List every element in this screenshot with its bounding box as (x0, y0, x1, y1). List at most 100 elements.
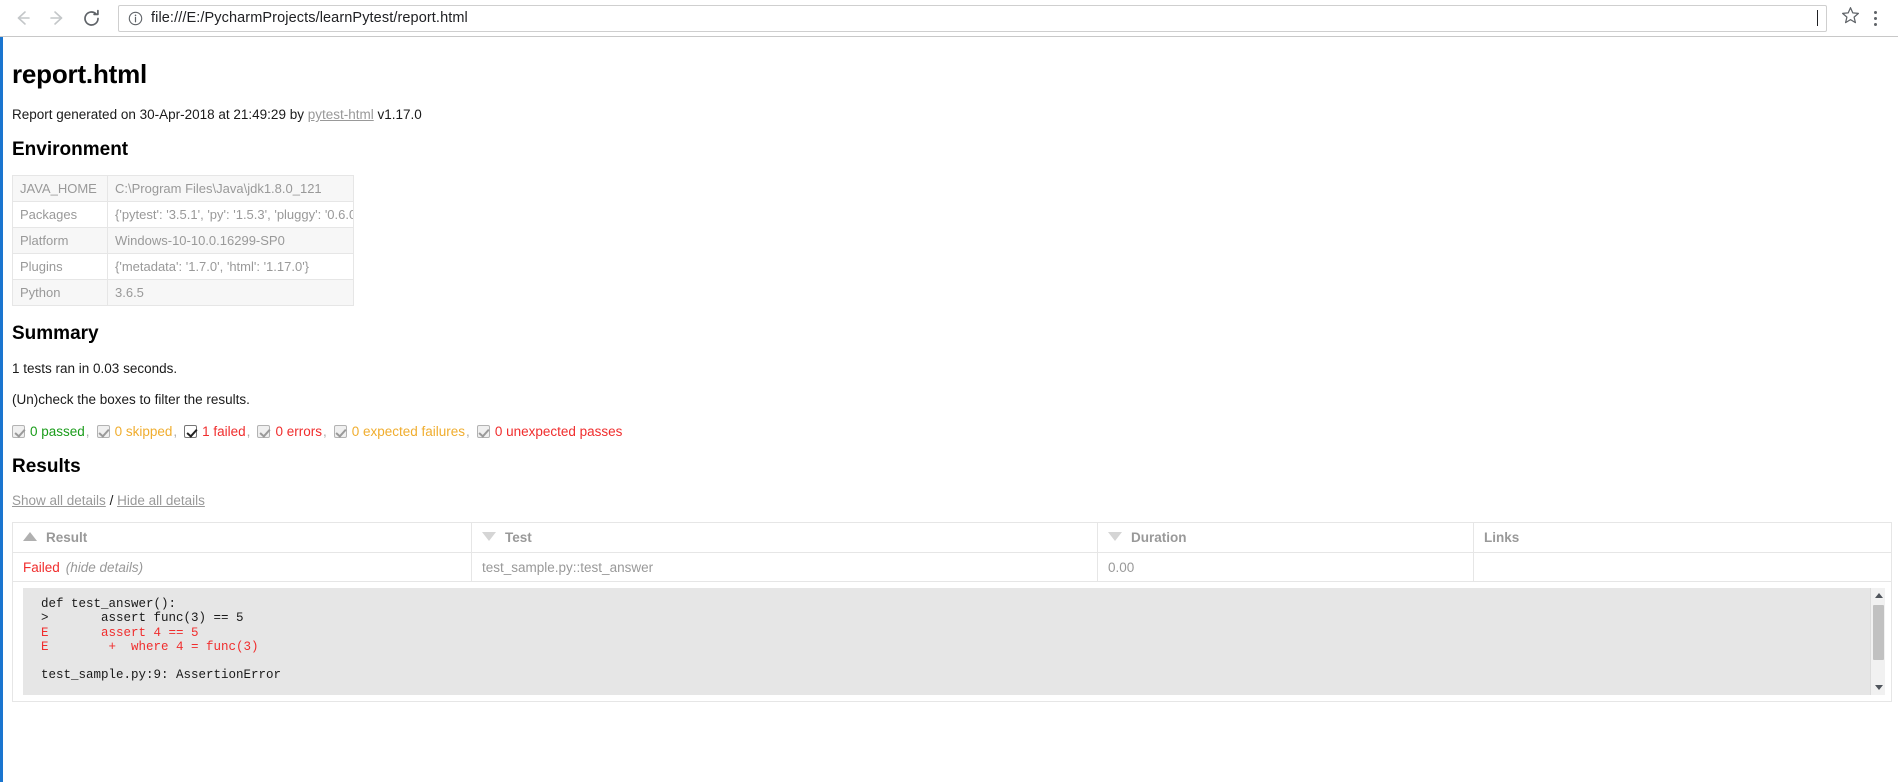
env-key: Plugins (12, 253, 108, 280)
info-circle-icon[interactable] (128, 11, 143, 26)
browser-menu-button[interactable] (1862, 3, 1888, 33)
filter-separator: , (173, 424, 178, 439)
filter-passed[interactable]: 0 passed (12, 424, 85, 439)
forward-button[interactable] (40, 3, 74, 33)
hide-all-details-link[interactable]: Hide all details (117, 493, 205, 508)
log-line-6: test_sample.py:9: AssertionError (41, 668, 282, 683)
results-header-row: Result Test Duration Links (12, 522, 1892, 553)
column-label-test: Test (505, 530, 532, 545)
log-line-4: E + where 4 = func(3) (41, 639, 259, 654)
arrow-left-icon (13, 8, 33, 28)
summary-run-line: 1 tests ran in 0.03 seconds. (12, 361, 178, 376)
filter-expected-failures[interactable]: 0 expected failures (333, 424, 466, 439)
address-bar[interactable]: file:///E:/PycharmProjects/learnPytest/r… (118, 4, 1827, 32)
column-header-links[interactable]: Links (1473, 522, 1892, 553)
summary-heading: Summary (12, 323, 99, 344)
chevron-up-icon (1874, 593, 1883, 598)
status-badge: Failed (23, 559, 60, 575)
column-label-duration: Duration (1131, 530, 1187, 545)
log-scrollbar[interactable] (1870, 588, 1885, 695)
generator-version: v1.17.0 (373, 107, 422, 122)
cell-result[interactable]: Failed (hide details) (12, 552, 472, 582)
cell-links (1473, 552, 1892, 582)
table-row: Packages {'pytest': '3.5.1', 'py': '1.5.… (12, 201, 354, 228)
scrollbar-thumb[interactable] (1873, 605, 1884, 660)
environment-heading: Environment (12, 139, 129, 160)
page-title: report.html (12, 59, 148, 89)
column-label-result: Result (46, 530, 88, 545)
checkbox-expected-failures[interactable] (333, 425, 347, 438)
table-row: Platform Windows-10-10.0.16299-SP0 (12, 227, 354, 254)
result-filters: 0 passed , 0 skipped , 1 failed , 0 erro… (12, 424, 1888, 439)
filter-unexpected-passes[interactable]: 0 unexpected passes (476, 424, 623, 439)
env-value: Windows-10-10.0.16299-SP0 (107, 227, 354, 254)
show-all-details-link[interactable]: Show all details (12, 493, 106, 508)
generated-prefix: Report generated on 30-Apr-2018 at 21:49… (12, 107, 308, 122)
table-row: Python 3.6.5 (12, 279, 354, 306)
table-row-log: def test_answer(): > assert func(3) == 5… (12, 581, 1892, 702)
log-line-2: > assert func(3) == 5 (41, 611, 244, 626)
link-separator: / (105, 493, 118, 508)
table-row: JAVA_HOME C:\Program Files\Java\jdk1.8.0… (12, 175, 354, 202)
reload-button[interactable] (74, 3, 108, 33)
filter-label-errors: 0 errors (275, 424, 322, 439)
sort-ascending-icon (23, 532, 37, 541)
url-text[interactable]: file:///E:/PycharmProjects/learnPytest/r… (151, 10, 1816, 26)
filter-label-failed: 1 failed (202, 424, 246, 439)
filter-separator: , (246, 424, 251, 439)
cell-duration: 0.00 (1097, 552, 1474, 582)
env-value: {'pytest': '3.5.1', 'py': '1.5.3', 'plug… (107, 201, 354, 228)
filter-separator: , (85, 424, 90, 439)
cell-test: test_sample.py::test_answer (471, 552, 1098, 582)
env-key: Python (12, 279, 108, 306)
env-key: Packages (12, 201, 108, 228)
browser-toolbar: file:///E:/PycharmProjects/learnPytest/r… (0, 0, 1898, 37)
results-heading: Results (12, 456, 81, 477)
log-container: def test_answer(): > assert func(3) == 5… (23, 588, 1885, 695)
scroll-down-button[interactable] (1871, 680, 1885, 695)
report-generated-line: Report generated on 30-Apr-2018 at 21:49… (12, 107, 1888, 122)
toggle-details-link[interactable]: (hide details) (66, 560, 143, 575)
filter-label-expected-failures: 0 expected failures (351, 424, 466, 439)
filter-separator: , (322, 424, 327, 439)
star-icon (1841, 6, 1860, 30)
sort-descending-icon (1108, 532, 1122, 541)
detail-toggle-links: Show all details / Hide all details (12, 493, 1888, 508)
text-caret (1817, 10, 1818, 26)
checkbox-failed[interactable] (184, 425, 198, 438)
filter-label-skipped: 0 skipped (114, 424, 173, 439)
traceback-log: def test_answer(): > assert func(3) == 5… (23, 588, 1885, 691)
filter-label-unexpected-passes: 0 unexpected passes (494, 424, 623, 439)
filter-skipped[interactable]: 0 skipped (96, 424, 173, 439)
checkbox-unexpected-passes[interactable] (476, 425, 490, 438)
column-label-links: Links (1484, 530, 1520, 545)
filter-label-passed: 0 passed (30, 424, 85, 439)
pytest-html-link[interactable]: pytest-html (308, 107, 374, 122)
log-line-1: def test_answer(): (41, 597, 177, 611)
table-row[interactable]: Failed (hide details) test_sample.py::tes… (12, 552, 1892, 582)
filter-separator: , (466, 424, 470, 439)
bookmark-button[interactable] (1835, 6, 1862, 30)
page-content: report.html Report generated on 30-Apr-2… (0, 37, 1898, 782)
checkbox-skipped[interactable] (96, 425, 110, 438)
checkbox-errors[interactable] (257, 425, 271, 438)
back-button[interactable] (6, 3, 40, 33)
column-header-result[interactable]: Result (12, 522, 472, 553)
sort-descending-icon (482, 532, 496, 541)
checkbox-passed[interactable] (12, 425, 25, 438)
chevron-down-icon (1874, 685, 1883, 690)
column-header-duration[interactable]: Duration (1097, 522, 1474, 553)
filter-errors[interactable]: 0 errors (257, 424, 322, 439)
cell-log: def test_answer(): > assert func(3) == 5… (12, 581, 1892, 702)
scroll-up-button[interactable] (1871, 588, 1885, 603)
arrow-right-icon (47, 8, 67, 28)
filter-failed[interactable]: 1 failed (184, 424, 246, 439)
env-value: {'metadata': '1.7.0', 'html': '1.17.0'} (107, 253, 354, 280)
results-table: Result Test Duration Links Failed (hide d… (12, 522, 1892, 702)
column-header-test[interactable]: Test (471, 522, 1098, 553)
three-dot-menu-icon (1873, 10, 1877, 26)
table-row: Plugins {'metadata': '1.7.0', 'html': '1… (12, 253, 354, 280)
env-value: C:\Program Files\Java\jdk1.8.0_121 (107, 175, 354, 202)
env-key: Platform (12, 227, 108, 254)
reload-icon (81, 8, 102, 29)
